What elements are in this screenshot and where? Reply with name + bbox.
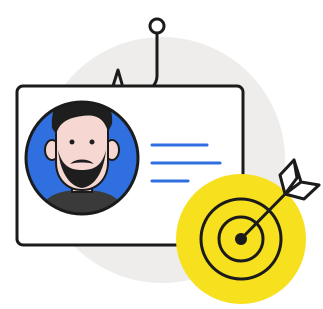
illustration-canvas [15, 17, 321, 304]
phishing-illustration [0, 0, 323, 309]
